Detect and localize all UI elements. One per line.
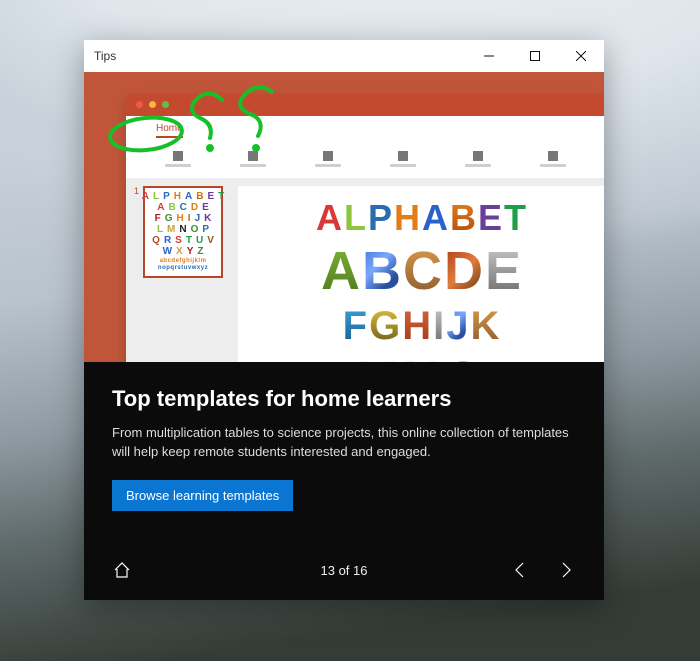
- browse-templates-button[interactable]: Browse learning templates: [112, 480, 293, 511]
- caption-panel: Top templates for home learners From mul…: [84, 362, 604, 600]
- ribbon-tab: [199, 123, 202, 138]
- home-button[interactable]: [112, 560, 132, 580]
- prev-button[interactable]: [510, 560, 530, 580]
- mac-traffic-lights: [136, 101, 169, 108]
- nav-row: 13 of 16: [112, 538, 576, 586]
- maximize-button[interactable]: [512, 40, 558, 72]
- ribbon-icons: [126, 138, 604, 178]
- traffic-green-icon: [162, 101, 169, 108]
- tip-title: Top templates for home learners: [112, 386, 576, 412]
- powerpoint-mock: Home 1: [126, 94, 604, 362]
- page-counter: 13 of 16: [321, 563, 368, 578]
- slide-thumbnail: ALPHABET ABCDE FGHIJK LMNOP QRSTUV WXYZ …: [143, 186, 223, 278]
- chevron-right-icon: [559, 561, 573, 579]
- hero-image: Home 1: [84, 72, 604, 362]
- window-title: Tips: [94, 49, 116, 63]
- maximize-icon: [530, 51, 540, 61]
- chevron-left-icon: [513, 561, 527, 579]
- traffic-red-icon: [136, 101, 143, 108]
- tips-window: Tips: [84, 40, 604, 600]
- titlebar: Tips: [84, 40, 604, 72]
- tip-body: From multiplication tables to science pr…: [112, 424, 572, 462]
- next-button[interactable]: [556, 560, 576, 580]
- window-controls: [466, 40, 604, 72]
- ppt-body: 1 ALPHABET ABCDE FGHIJK LMNOP QRSTUV WXY…: [126, 178, 604, 362]
- traffic-yellow-icon: [149, 101, 156, 108]
- minimize-icon: [484, 51, 494, 61]
- ribbon: Home: [126, 116, 604, 178]
- home-icon: [113, 561, 131, 579]
- ribbon-tabs: Home: [126, 116, 604, 138]
- current-slide: ALPHABET ABCDE FGHIJK LMNOP: [238, 186, 604, 362]
- desktop-background: Tips: [0, 0, 700, 661]
- close-icon: [576, 51, 586, 61]
- ribbon-tab-home: Home: [156, 123, 183, 138]
- minimize-button[interactable]: [466, 40, 512, 72]
- thumbnail-column: 1 ALPHABET ABCDE FGHIJK LMNOP QRSTUV WXY…: [126, 178, 238, 362]
- close-button[interactable]: [558, 40, 604, 72]
- thumb-number: 1: [134, 186, 139, 362]
